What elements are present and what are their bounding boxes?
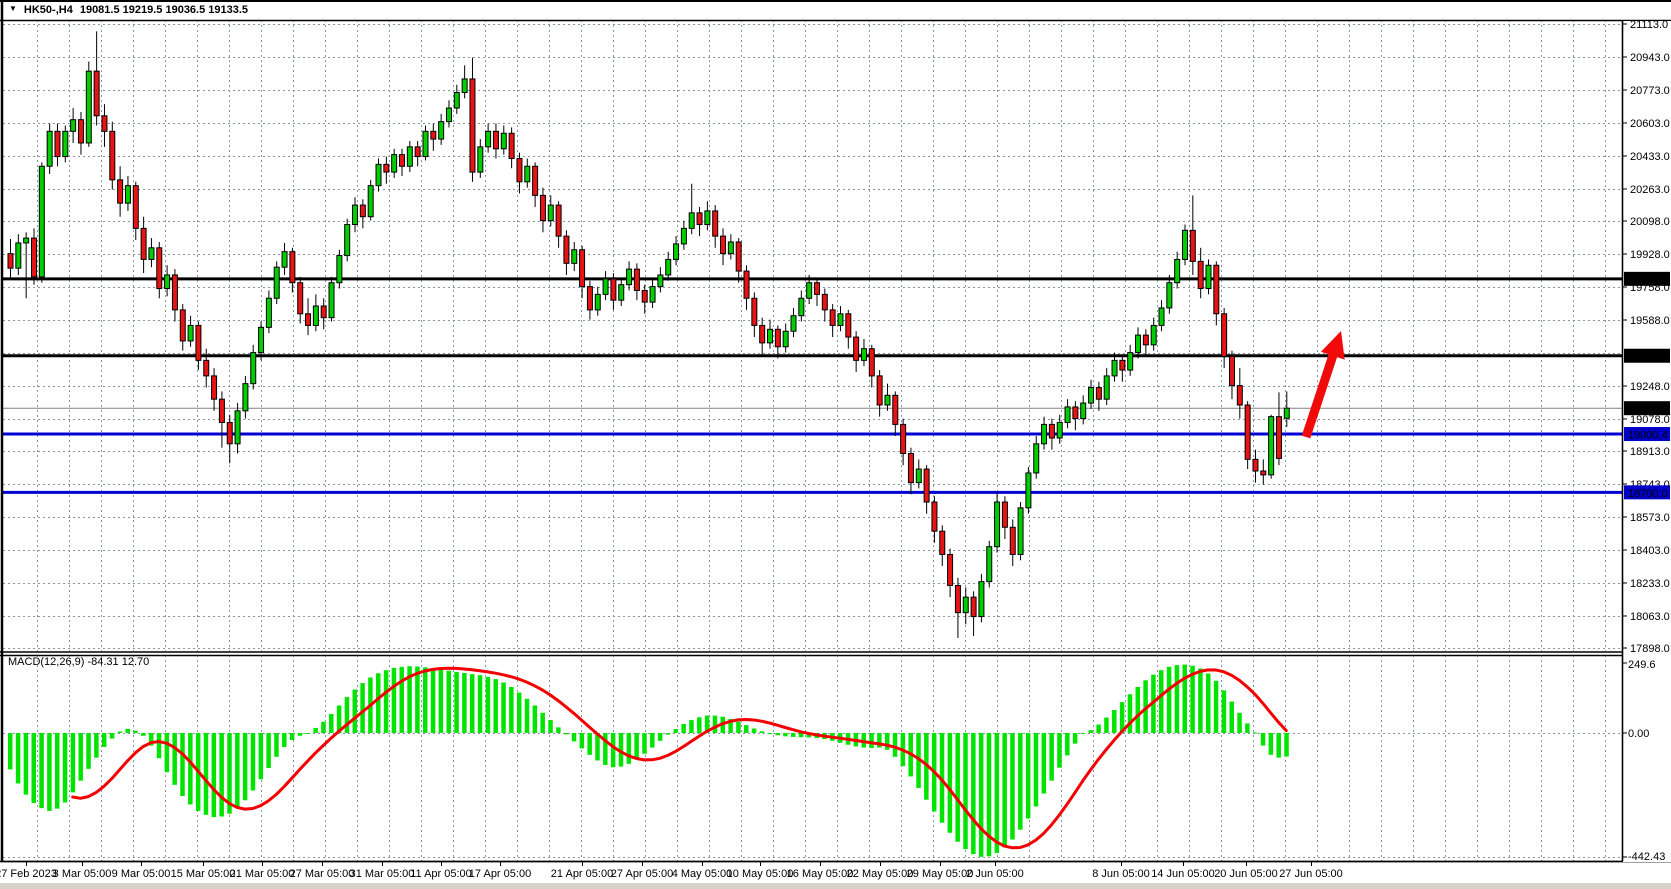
macd-tick-label: 249.6 — [1628, 659, 1656, 671]
svg-text:18700.0: 18700.0 — [1628, 488, 1668, 500]
price-tick-label: 20603.0 — [1630, 118, 1670, 130]
time-tick-label: 4 May 05:00 — [672, 868, 733, 880]
time-tick-label: 27 Feb 2023 — [0, 868, 57, 880]
window-bottom-strip — [0, 883, 1671, 889]
price-tick-label: 18403.0 — [1630, 545, 1670, 557]
time-tick-label: 29 May 05:00 — [907, 868, 974, 880]
price-tick-label: 18913.0 — [1630, 446, 1670, 458]
time-tick-label: 15 Mar 05:00 — [171, 868, 236, 880]
price-axis[interactable]: 21113.0 20943.0 20773.0 20603.0 20433.0 20263… — [1622, 19, 1671, 863]
macd-tick-label: 0.00 — [1628, 728, 1649, 740]
price-badge-19133.5: 19133.5 — [1624, 401, 1670, 416]
time-tick-label: 21 Apr 05:00 — [551, 868, 613, 880]
price-tick-label: 20943.0 — [1630, 52, 1670, 64]
price-tick-label: 17898.0 — [1630, 643, 1670, 655]
price-tick-label: 19078.0 — [1630, 414, 1670, 426]
price-tick-label: 20773.0 — [1630, 85, 1670, 97]
time-tick-label: 27 Jun 05:00 — [1279, 868, 1343, 880]
time-tick-label: 31 Mar 05:00 — [350, 868, 415, 880]
time-tick-label: 22 May 05:00 — [847, 868, 914, 880]
time-tick-label: 10 May 05:00 — [727, 868, 794, 880]
price-tick-label: 18233.0 — [1630, 578, 1670, 590]
time-tick-label: 2 Jun 05:00 — [966, 868, 1024, 880]
time-tick-label: 3 Mar 05:00 — [53, 868, 112, 880]
macd-indicator-label: MACD(12,26,9) -84.31 12.70 — [8, 656, 149, 668]
price-badge-19403.8: 19403.8 — [1624, 349, 1670, 364]
chart-window: 21113.0 20943.0 20773.0 20603.0 20433.0 20263… — [0, 0, 1671, 889]
price-tick-label: 21113.0 — [1630, 19, 1668, 31]
time-tick-label: 11 Apr 05:00 — [410, 868, 472, 880]
price-tick-label: 19928.0 — [1630, 249, 1670, 261]
time-tick-label: 8 Jun 05:00 — [1092, 868, 1150, 880]
price-tick-label: 18573.0 — [1630, 512, 1670, 524]
time-tick-label: 21 Mar 05:00 — [230, 868, 295, 880]
price-tick-label: 19248.0 — [1630, 381, 1670, 393]
svg-text:19133.5: 19133.5 — [1628, 404, 1668, 416]
ohlc-readout: 19081.5 19219.5 19036.5 19133.5 — [80, 4, 248, 16]
symbol-period-label: HK50-,H4 — [24, 4, 73, 16]
price-badge-19000.4: 19000.4 — [1624, 427, 1670, 442]
price-tick-label: 19588.0 — [1630, 315, 1670, 327]
svg-text:19800.0: 19800.0 — [1628, 274, 1668, 286]
time-tick-label: 9 Mar 05:00 — [112, 868, 171, 880]
chart-titlebar[interactable]: ▼ HK50-,H4 19081.5 19219.5 19036.5 19133… — [0, 0, 1671, 19]
time-tick-label: 27 Apr 05:00 — [611, 868, 673, 880]
price-tick-label: 18063.0 — [1630, 611, 1670, 623]
time-tick-label: 14 Jun 05:00 — [1151, 868, 1215, 880]
svg-text:19403.8: 19403.8 — [1628, 351, 1668, 363]
price-tick-label: 20098.0 — [1630, 216, 1670, 228]
collapse-icon[interactable]: ▼ — [9, 4, 17, 13]
time-tick-label: 20 Jun 05:00 — [1214, 868, 1278, 880]
svg-text:19000.4: 19000.4 — [1628, 430, 1668, 442]
price-badge-19800.0: 19800.0 — [1624, 272, 1670, 287]
price-chart-canvas[interactable]: 21113.0 20943.0 20773.0 20603.0 20433.0 20263… — [0, 0, 1671, 889]
time-tick-label: 16 May 05:00 — [787, 868, 854, 880]
macd-tick-label: -442.43 — [1628, 851, 1665, 863]
price-tick-label: 20263.0 — [1630, 184, 1670, 196]
time-tick-label: 17 Apr 05:00 — [469, 868, 531, 880]
time-tick-label: 27 Mar 05:00 — [290, 868, 355, 880]
price-tick-label: 20433.0 — [1630, 151, 1670, 163]
price-badge-18700.0: 18700.0 — [1624, 485, 1670, 500]
